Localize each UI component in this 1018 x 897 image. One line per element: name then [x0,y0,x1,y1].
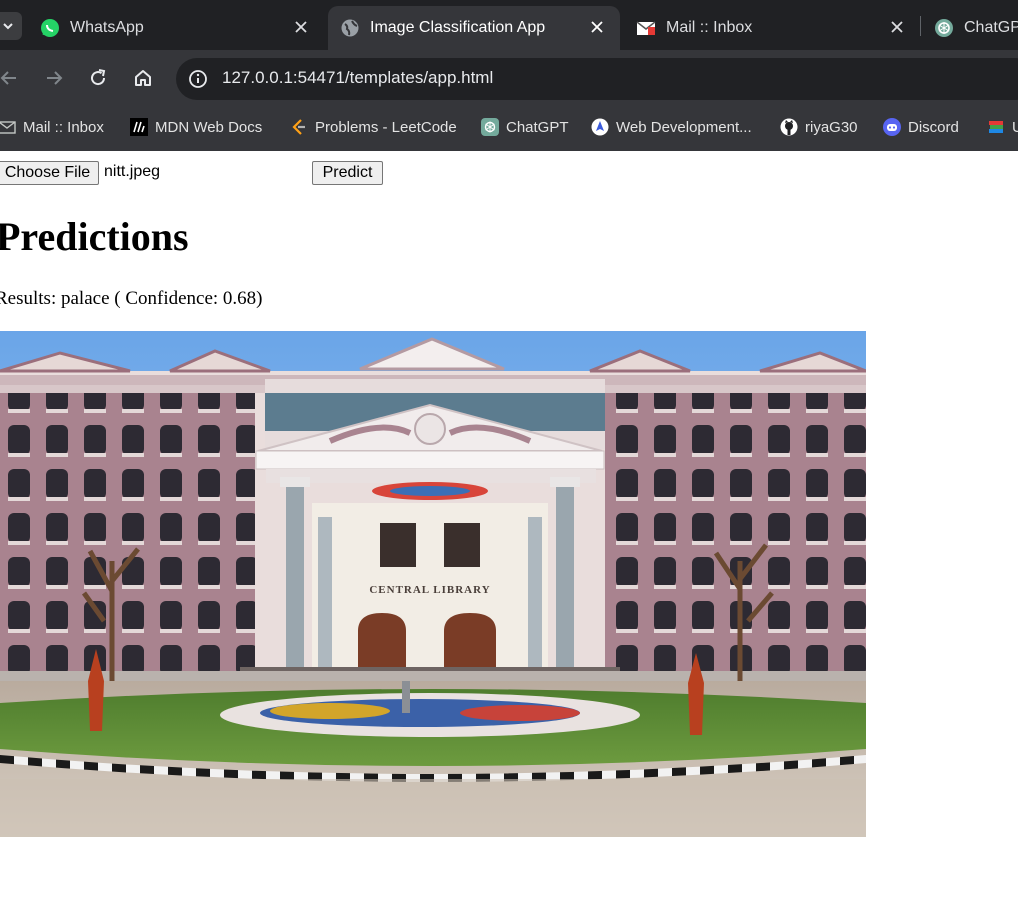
mail-icon [636,18,656,38]
page-content: Choose File nitt.jpeg Predict Prediction… [0,151,1018,897]
bookmark-chatgpt[interactable]: ChatGPT [481,116,569,138]
bookmark-mail-inbox[interactable]: Mail :: Inbox [0,116,104,138]
choose-file-button[interactable]: Choose File [0,161,99,185]
url-text[interactable]: 127.0.0.1:54471/templates/app.html [222,68,493,88]
bookmark-leetcode[interactable]: Problems - LeetCode [290,116,457,138]
bookmark-label: riyaG30 [805,118,858,136]
tab-chatgpt[interactable]: ChatGPT [922,6,1018,50]
predictions-heading: Predictions [0,214,189,259]
tab-strip: WhatsApp Image Classification App Mail :… [0,0,1018,50]
browser-chrome: WhatsApp Image Classification App Mail :… [0,0,1018,151]
home-icon [135,70,151,86]
arrow-left-icon [0,71,16,85]
reload-button[interactable] [86,66,110,90]
globe-icon [340,18,360,38]
bookmark-label: MDN Web Docs [155,118,263,136]
bookmark-label: ChatGPT [506,118,569,136]
web-dev-icon [591,118,609,136]
uploaded-image: CENTRAL LIBRARY [0,331,866,837]
address-bar[interactable]: 127.0.0.1:54471/templates/app.html [176,58,1018,100]
close-icon[interactable] [888,18,906,36]
leetcode-icon [290,118,308,136]
forward-button[interactable] [42,66,66,90]
tab-divider [920,16,921,36]
tab-title: Image Classification App [370,19,546,36]
bookmark-label: Problems - LeetCode [315,118,457,136]
home-button[interactable] [131,66,155,90]
discord-icon [883,118,901,136]
predicted-label: palace [60,288,110,309]
bookmark-label: U [1012,118,1018,136]
tab-mail-inbox[interactable]: Mail :: Inbox [624,6,920,50]
back-button[interactable] [0,66,21,90]
close-icon[interactable] [292,18,310,36]
bookmark-books[interactable]: U [987,116,1018,138]
chatgpt-icon [481,118,499,136]
tab-title: Mail :: Inbox [666,19,753,36]
chevron-down-icon [3,23,13,30]
bookmark-label: Mail :: Inbox [23,118,104,136]
bookmark-mdn[interactable]: MDN Web Docs [130,116,262,138]
predict-button[interactable]: Predict [312,161,383,185]
bookmark-web-development[interactable]: Web Development... [591,116,752,138]
tab-title: ChatGPT [964,19,1018,36]
selected-file-name: nitt.jpeg [104,163,161,180]
library-sign-text: CENTRAL LIBRARY [369,584,490,596]
bookmark-label: Web Development... [616,118,752,136]
mdn-icon [130,118,148,136]
chatgpt-icon [934,18,954,38]
tab-search-button[interactable] [0,12,22,40]
results-prefix: Results: [0,288,61,309]
bookmarks-bar: Mail :: Inbox MDN Web Docs Problems - Le… [0,106,1018,151]
tab-whatsapp[interactable]: WhatsApp [28,6,324,50]
arrow-right-icon [47,71,63,85]
bookmark-github[interactable]: riyaG30 [780,116,858,138]
close-icon[interactable] [588,18,606,36]
info-icon[interactable] [186,67,210,91]
confidence-text: ( Confidence: 0.68) [109,288,263,309]
navigation-toolbar: 127.0.0.1:54471/templates/app.html [0,50,1018,106]
bookmark-discord[interactable]: Discord [883,116,959,138]
mail-icon [0,118,16,136]
reload-icon [91,69,106,86]
tab-image-classification[interactable]: Image Classification App [328,6,620,50]
bookmark-label: Discord [908,118,959,136]
prediction-results: Results: palace ( Confidence: 0.68) [0,288,263,310]
github-icon [780,118,798,136]
tab-title: WhatsApp [70,19,144,36]
books-icon [987,118,1005,136]
whatsapp-icon [40,18,60,38]
